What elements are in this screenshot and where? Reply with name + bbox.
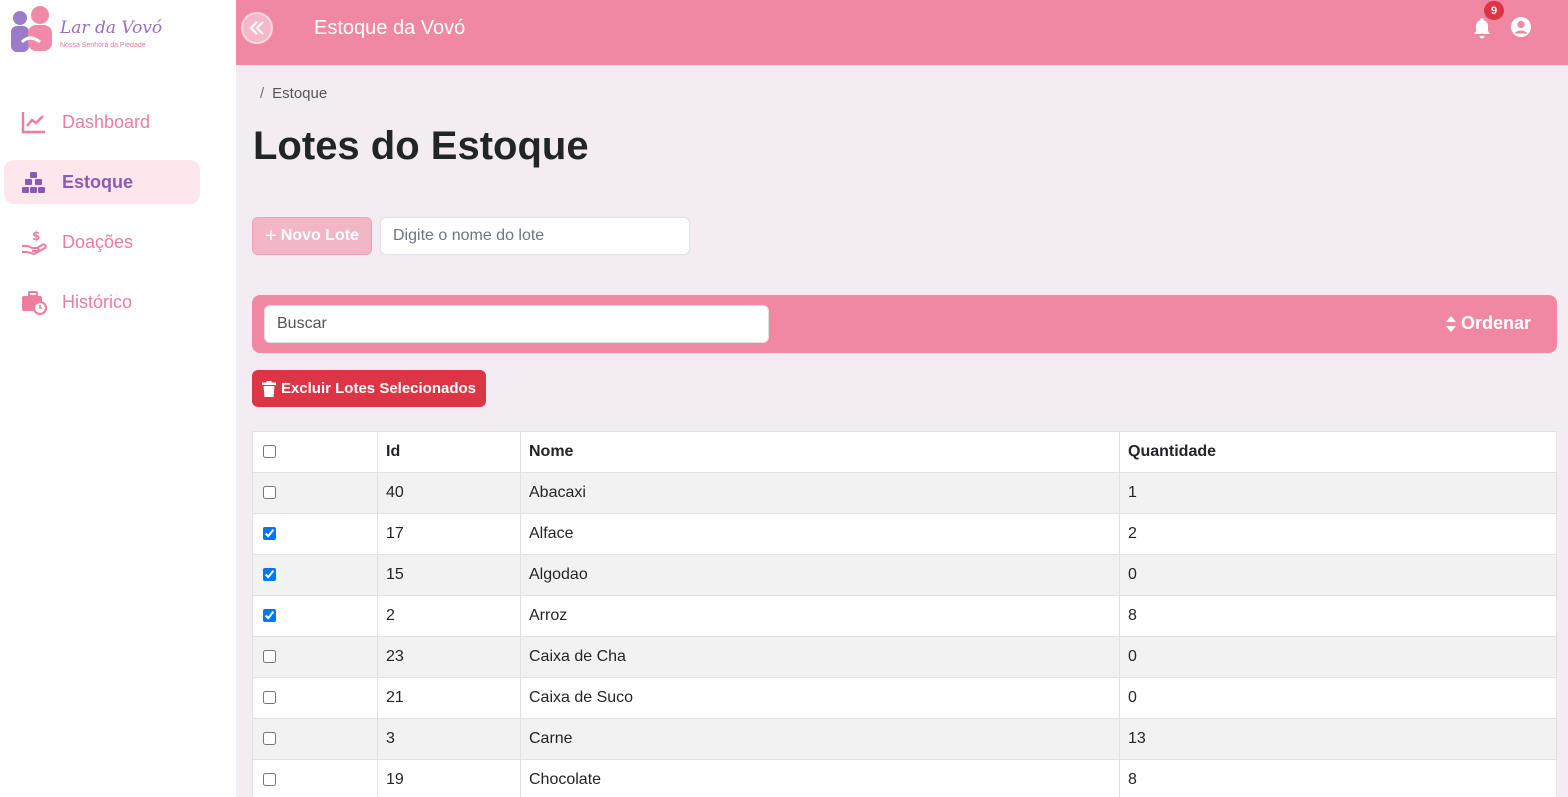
- sidebar-item-label: Dashboard: [62, 111, 151, 132]
- lot-name-input[interactable]: [380, 217, 690, 255]
- table-row[interactable]: 19 Chocolate 8: [252, 759, 1557, 797]
- sort-icon: [1445, 315, 1456, 332]
- top-bar: Estoque da Vovó 9: [236, 0, 1568, 65]
- row-select-cell: [252, 472, 378, 514]
- row-select-cell: [252, 595, 378, 637]
- cell-nome: Alface: [520, 513, 1120, 555]
- double-chevron-left-icon: [249, 21, 264, 35]
- table-row[interactable]: 15 Algodao 0: [252, 554, 1557, 596]
- row-select-cell: [252, 636, 378, 678]
- sidebar-item-label: Estoque: [62, 171, 134, 192]
- column-header-nome[interactable]: Nome: [520, 431, 1120, 473]
- column-header-id[interactable]: Id: [377, 431, 521, 473]
- sidebar-item-historico[interactable]: Histórico: [4, 280, 200, 324]
- plus-icon: +: [265, 224, 277, 247]
- breadcrumb-separator: /: [260, 85, 265, 102]
- new-lot-button-label: Novo Lote: [280, 227, 359, 244]
- sort-button-label: Ordenar: [1460, 313, 1531, 333]
- delete-selected-button[interactable]: Excluir Lotes Selecionados: [252, 370, 486, 407]
- cell-nome: Abacaxi: [520, 472, 1120, 514]
- filter-bar: Ordenar: [252, 295, 1557, 353]
- sidebar-item-doacoes[interactable]: $ Doações: [4, 220, 200, 264]
- row-select-cell: [252, 759, 378, 797]
- table-row[interactable]: 40 Abacaxi 1: [252, 472, 1557, 514]
- cell-quantidade: 13: [1119, 718, 1557, 760]
- page-title: Lotes do Estoque: [253, 124, 589, 168]
- cell-nome: Arroz: [520, 595, 1120, 637]
- row-select-cell: [252, 513, 378, 555]
- sidebar-nav: Dashboard Estoque $ Doações Histórico: [4, 100, 200, 340]
- table-row[interactable]: 23 Caixa de Cha 0: [252, 636, 1557, 678]
- sort-button[interactable]: Ordenar: [1445, 313, 1531, 334]
- lots-table: Id Nome Quantidade 40 Abacaxi 1 17 Alfac…: [252, 431, 1557, 797]
- table-row[interactable]: 17 Alface 2: [252, 513, 1557, 555]
- table-row[interactable]: 3 Carne 13: [252, 718, 1557, 760]
- cell-quantidade: 8: [1119, 759, 1557, 797]
- app-title: Estoque da Vovó: [314, 17, 466, 39]
- logo-subtitle: Nossa Senhora da Piedade: [60, 42, 146, 49]
- breadcrumb: / Estoque: [260, 85, 327, 102]
- breadcrumb-current[interactable]: Estoque: [272, 85, 327, 102]
- boxes-icon: [20, 169, 48, 195]
- chart-line-icon: [20, 109, 48, 135]
- row-checkbox[interactable]: [263, 609, 276, 623]
- row-checkbox[interactable]: [263, 650, 276, 664]
- row-checkbox[interactable]: [263, 773, 276, 787]
- row-checkbox[interactable]: [263, 527, 276, 541]
- sidebar: Lar da Vovó Nossa Senhora da Piedade Das…: [0, 0, 236, 797]
- row-select-cell: [252, 718, 378, 760]
- cell-quantidade: 8: [1119, 595, 1557, 637]
- hand-holding-dollar-icon: $: [20, 229, 48, 255]
- sidebar-item-label: Doações: [62, 231, 134, 252]
- row-checkbox[interactable]: [263, 568, 276, 582]
- cell-nome: Algodao: [520, 554, 1120, 596]
- cell-nome: Carne: [520, 718, 1120, 760]
- select-all-checkbox[interactable]: [263, 445, 276, 459]
- cell-id: 21: [377, 677, 521, 719]
- column-header-quantidade[interactable]: Quantidade: [1119, 431, 1557, 473]
- trash-icon: [261, 380, 276, 397]
- delete-selected-label: Excluir Lotes Selecionados: [280, 380, 477, 397]
- cell-quantidade: 2: [1119, 513, 1557, 555]
- row-select-cell: [252, 554, 378, 596]
- collapse-sidebar-button[interactable]: [241, 12, 273, 44]
- row-checkbox[interactable]: [263, 691, 276, 705]
- svg-text:$: $: [32, 229, 40, 243]
- row-checkbox[interactable]: [263, 732, 276, 746]
- logo[interactable]: Lar da Vovó Nossa Senhora da Piedade: [8, 4, 168, 58]
- table-row[interactable]: 21 Caixa de Suco 0: [252, 677, 1557, 719]
- select-all-cell: [252, 431, 378, 473]
- user-circle-icon[interactable]: [1510, 16, 1532, 38]
- table-row[interactable]: 2 Arroz 8: [252, 595, 1557, 637]
- sidebar-item-dashboard[interactable]: Dashboard: [4, 100, 200, 144]
- cell-id: 15: [377, 554, 521, 596]
- cell-nome: Caixa de Cha: [520, 636, 1120, 678]
- cell-quantidade: 1: [1119, 472, 1557, 514]
- cell-id: 3: [377, 718, 521, 760]
- cell-id: 23: [377, 636, 521, 678]
- sidebar-item-estoque[interactable]: Estoque: [4, 160, 200, 204]
- table-header-row: Id Nome Quantidade: [252, 431, 1557, 473]
- cell-quantidade: 0: [1119, 554, 1557, 596]
- cell-quantidade: 0: [1119, 636, 1557, 678]
- cell-nome: Caixa de Suco: [520, 677, 1120, 719]
- briefcase-clock-icon: [20, 289, 48, 315]
- notification-badge: 9: [1484, 1, 1504, 20]
- cell-nome: Chocolate: [520, 759, 1120, 797]
- cell-quantidade: 0: [1119, 677, 1557, 719]
- row-checkbox[interactable]: [263, 486, 276, 500]
- cell-id: 19: [377, 759, 521, 797]
- cell-id: 2: [377, 595, 521, 637]
- search-input[interactable]: [264, 305, 769, 343]
- row-select-cell: [252, 677, 378, 719]
- cell-id: 17: [377, 513, 521, 555]
- cell-id: 40: [377, 472, 521, 514]
- logo-icon: [11, 6, 52, 52]
- sidebar-item-label: Histórico: [62, 291, 133, 312]
- bell-icon[interactable]: [1472, 17, 1492, 39]
- new-lot-button[interactable]: + Novo Lote: [252, 217, 372, 255]
- logo-text: Lar da Vovó: [60, 18, 163, 38]
